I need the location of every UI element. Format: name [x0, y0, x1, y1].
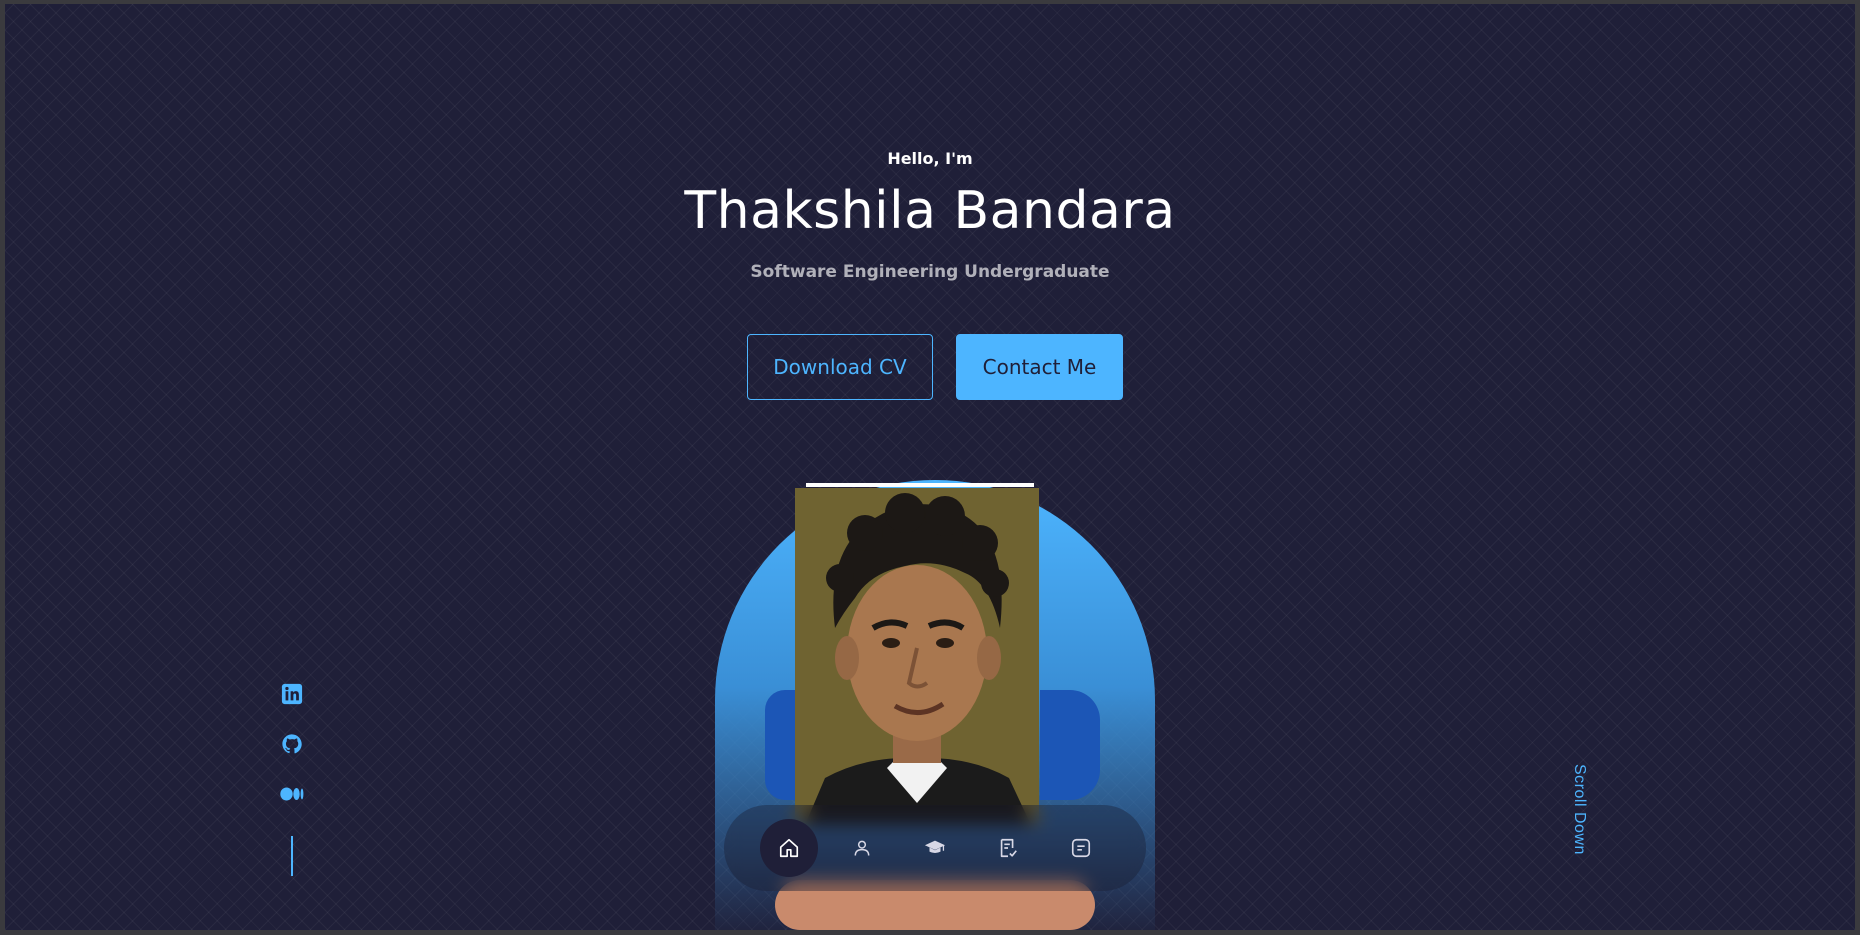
greeting-text: Hello, I'm: [887, 149, 973, 168]
social-divider-line: [291, 836, 293, 876]
shirt-shape-right: [1040, 690, 1100, 800]
download-cv-button[interactable]: Download CV: [747, 334, 933, 400]
bottom-nav: [724, 805, 1146, 891]
linkedin-icon: [281, 683, 303, 705]
profile-photo: [795, 488, 1039, 825]
social-links: [280, 682, 304, 876]
role-subtitle: Software Engineering Undergraduate: [750, 262, 1110, 282]
medium-icon: [280, 787, 304, 801]
linkedin-link[interactable]: [280, 682, 304, 706]
github-icon: [282, 734, 302, 754]
nav-about[interactable]: [833, 819, 891, 877]
contact-me-button[interactable]: Contact Me: [956, 334, 1123, 400]
message-icon: [1072, 838, 1091, 858]
page-title: Thakshila Bandara: [684, 181, 1176, 241]
checklist-icon: [1000, 838, 1018, 858]
scroll-down-link[interactable]: Scroll Down: [1570, 764, 1588, 855]
graduation-cap-icon: [924, 840, 946, 854]
photo-top-border: [806, 483, 1034, 487]
nav-education[interactable]: [906, 819, 964, 877]
page-frame: Hello, I'm Thakshila Bandara Software En…: [5, 4, 1855, 930]
user-icon: [854, 840, 870, 856]
home-icon: [779, 838, 798, 858]
nav-contact[interactable]: [1052, 819, 1110, 877]
nav-experience[interactable]: [979, 819, 1037, 877]
github-link[interactable]: [280, 732, 304, 756]
medium-link[interactable]: [280, 782, 304, 806]
nav-home[interactable]: [759, 819, 818, 877]
